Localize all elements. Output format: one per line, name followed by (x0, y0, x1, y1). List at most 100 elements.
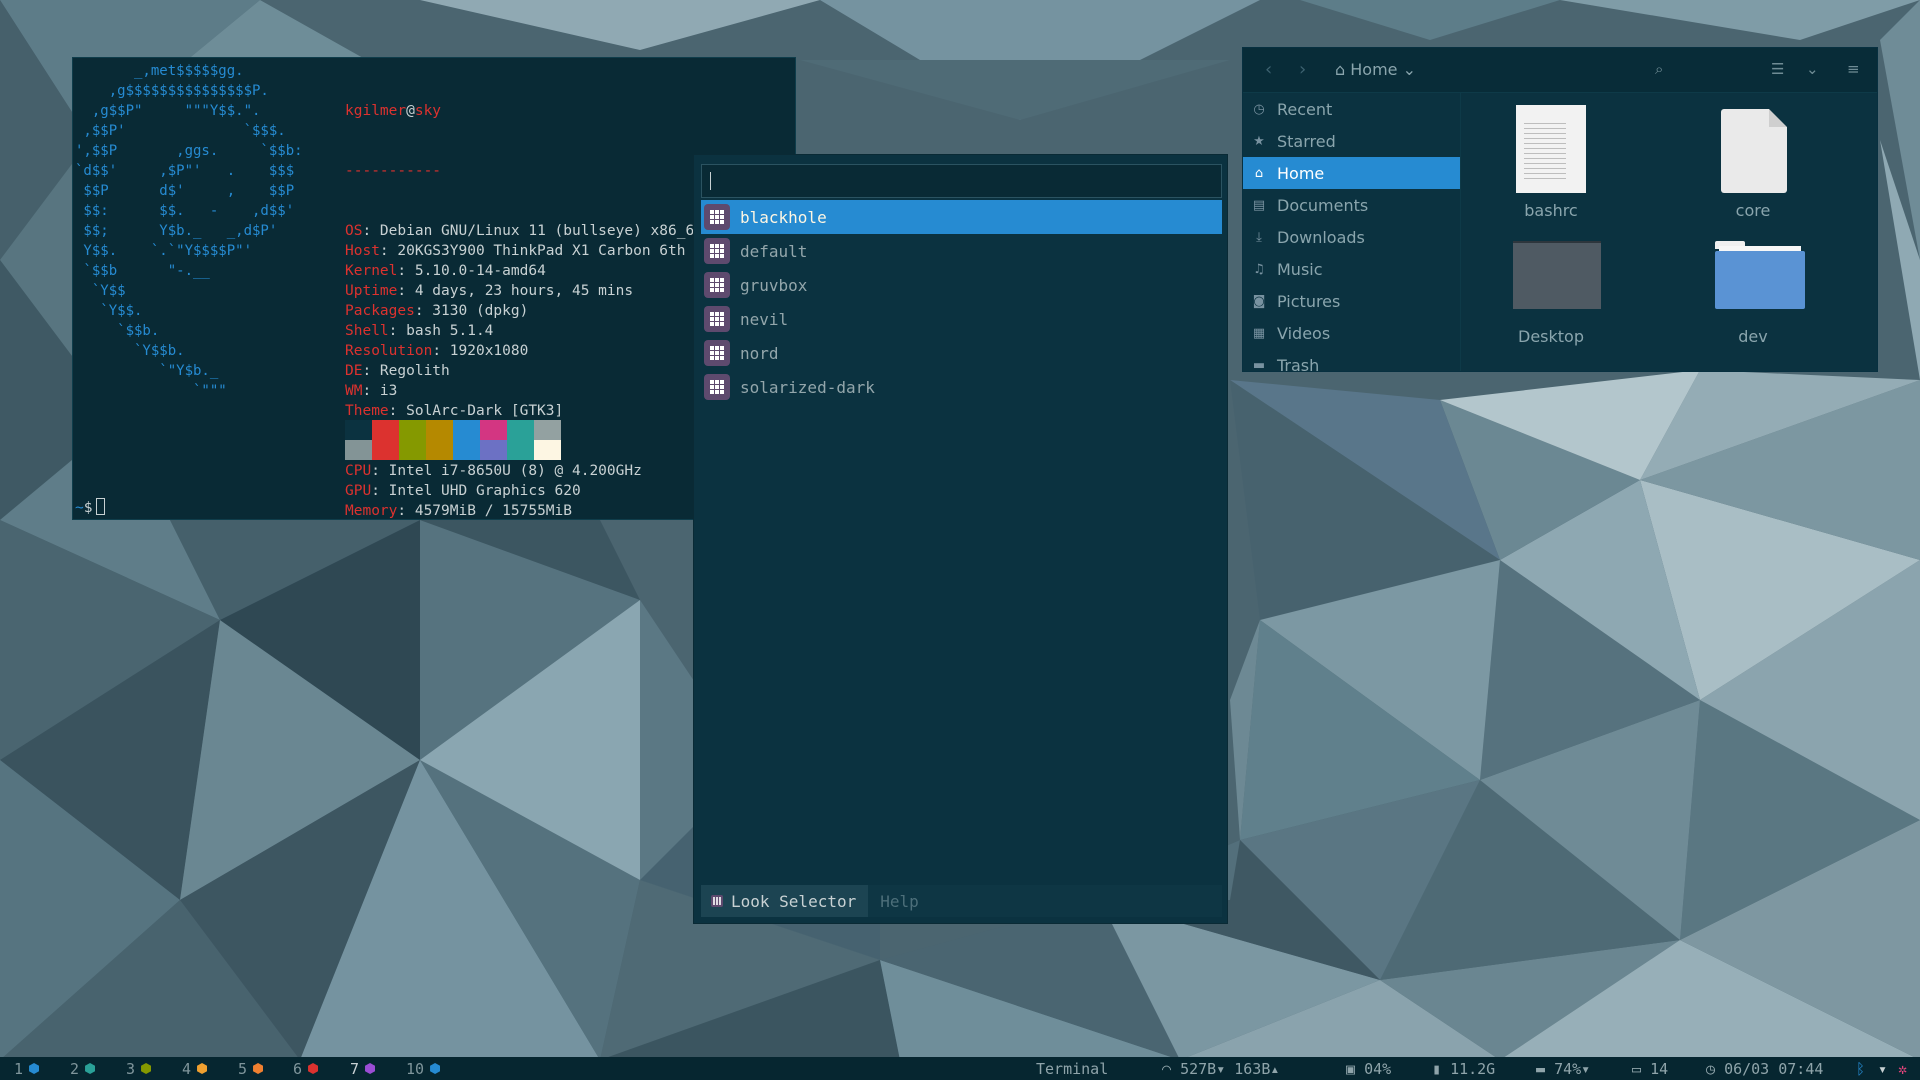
sidebar-item-starred[interactable]: ★ Starred (1243, 125, 1460, 157)
battery-indicator[interactable]: ▬ 74% ▾ (1536, 1057, 1590, 1080)
info-value: : 3130 (dpkg) (414, 303, 529, 319)
hexagon-icon (365, 1063, 376, 1074)
info-key: CPU (345, 463, 372, 479)
back-arrow-icon[interactable]: ‹ (1265, 59, 1272, 80)
info-key: WM (345, 383, 363, 399)
info-key: OS (345, 223, 363, 239)
look-item-gruvbox[interactable]: gruvbox (701, 268, 1222, 302)
home-icon: ⌂ (1335, 60, 1346, 79)
info-value: : Debian GNU/Linux 11 (bullseye) x86_64 (362, 223, 703, 239)
palette-swatch (426, 420, 453, 440)
workspace-1[interactable]: 1 (14, 1057, 40, 1080)
text-file-thumbnail (1516, 105, 1586, 193)
trash-icon: ▬ (1252, 357, 1266, 372)
folder-item-dev[interactable]: dev (1663, 241, 1843, 346)
hexagon-icon (308, 1063, 319, 1074)
sidebar-item-home[interactable]: ⌂ Home (1243, 157, 1460, 189)
look-item-default[interactable]: default (701, 234, 1222, 268)
sidebar-item-trash[interactable]: ▬ Trash (1243, 349, 1460, 372)
workspace-6[interactable]: 6 (293, 1057, 319, 1080)
terminal-window[interactable]: _,met$$$$$gg. ,g$$$$$$$$$$$$$$$P. ,g$$P"… (72, 57, 796, 520)
clock-icon: ◷ (1706, 1059, 1725, 1078)
workspace-10[interactable]: 10 (406, 1057, 441, 1080)
sidebar-item-label: Trash (1277, 355, 1320, 372)
home-icon: ⌂ (1254, 165, 1264, 181)
look-item-solarized-dark[interactable]: solarized-dark (701, 370, 1222, 404)
sidebar-item-music[interactable]: ♫ Music (1243, 253, 1460, 285)
ascii-line: `$$b "-.__ (75, 263, 210, 279)
bluetooth-icon[interactable]: ᛒ (1856, 1057, 1865, 1080)
file-icon (1721, 109, 1787, 193)
look-selector-launcher[interactable]: blackhole default gruvbox nevil nord solarize… (693, 154, 1228, 924)
look-item-blackhole[interactable]: blackhole (701, 200, 1222, 234)
tab-help[interactable]: Help (868, 892, 919, 911)
file-item-core[interactable]: core (1663, 105, 1843, 220)
list-view-icon[interactable]: ☰ (1771, 60, 1784, 78)
info-value: : Intel UHD Graphics 620 (371, 483, 581, 499)
look-item-nord[interactable]: nord (701, 336, 1222, 370)
workspace-5[interactable]: 5 (238, 1057, 264, 1080)
file-item-bashrc[interactable]: bashrc (1461, 105, 1641, 220)
sidebar-item-label: Music (1277, 259, 1323, 279)
ascii-line: Y$$. `.`"Y$$$$P"' (75, 243, 253, 259)
palette-swatch (534, 420, 561, 440)
places-sidebar: ◷ Recent ★ Starred ⌂ Home ▤ Documents ⤓ Downloads… (1243, 93, 1461, 372)
info-value: : 20KGS3Y900 ThinkPad X1 Carbon 6th (379, 243, 686, 259)
notifications-indicator[interactable]: ▭ 14 (1632, 1057, 1668, 1080)
palette-swatch (534, 440, 561, 460)
slack-tray-icon[interactable]: ✲ (1898, 1057, 1907, 1080)
sidebar-item-recent[interactable]: ◷ Recent (1243, 93, 1460, 125)
memory-icon: ▮ (1432, 1059, 1451, 1078)
memory-indicator[interactable]: ▮ 11.2G (1432, 1057, 1495, 1080)
grid-icon (704, 204, 730, 230)
info-row: GPU: Intel UHD Graphics 620 (345, 481, 703, 501)
wifi-tray-icon[interactable]: ▾ (1878, 1057, 1887, 1080)
tab-look-selector[interactable]: Look Selector (701, 885, 869, 917)
workspace-7[interactable]: 7 (350, 1057, 376, 1080)
palette-swatch (480, 420, 507, 440)
search-icon[interactable]: ⌕ (1655, 60, 1663, 78)
desktop-folder-thumbnail (1513, 241, 1601, 309)
sidebar-item-label: Starred (1277, 131, 1336, 151)
workspace-3[interactable]: 3 (126, 1057, 152, 1080)
sidebar-item-pictures[interactable]: ◙ Pictures (1243, 285, 1460, 317)
info-row: CPU: Intel i7-8650U (8) @ 4.200GHz (345, 461, 703, 481)
info-row: DE: Regolith (345, 361, 703, 381)
sidebar-item-documents[interactable]: ▤ Documents (1243, 189, 1460, 221)
info-row: WM: i3 (345, 381, 703, 401)
forward-arrow-icon[interactable]: › (1299, 59, 1306, 80)
workspace-number: 2 (70, 1059, 80, 1078)
launcher-search-input[interactable] (701, 164, 1222, 198)
input-caret (710, 172, 711, 190)
chevron-down-icon[interactable]: ⌄ (1806, 60, 1819, 78)
sidebar-item-downloads[interactable]: ⤓ Downloads (1243, 221, 1460, 253)
look-item-label: nevil (740, 309, 789, 329)
camera-icon: ◙ (1252, 293, 1266, 309)
grid-icon (704, 306, 730, 332)
info-value: : 4 days, 23 hours, 45 mins (397, 283, 634, 299)
workspace-2[interactable]: 2 (70, 1057, 96, 1080)
look-item-label: solarized-dark (740, 377, 875, 397)
menu-icon[interactable]: ≡ (1847, 60, 1860, 78)
username: kgilmer (345, 103, 407, 119)
network-indicator[interactable]: ◠ 527B ▾ 163B ▴ (1162, 1057, 1279, 1080)
info-row: Host: 20KGS3Y900 ThinkPad X1 Carbon 6th (345, 241, 703, 261)
hexagon-icon (29, 1063, 40, 1074)
info-key: Kernel (345, 263, 398, 279)
file-grid: bashrc core Desktop dev (1461, 93, 1877, 371)
hostname: sky (414, 103, 442, 119)
location-breadcrumb[interactable]: ⌂ Home ⌄ (1335, 60, 1416, 79)
launcher-footer: Look Selector Help (701, 885, 1222, 917)
workspace-4[interactable]: 4 (182, 1057, 208, 1080)
info-value: : i3 (362, 383, 398, 399)
sidebar-item-videos[interactable]: ▦ Videos (1243, 317, 1460, 349)
look-item-label: nord (740, 343, 779, 363)
cpu-indicator[interactable]: ▣ 04% (1346, 1057, 1391, 1080)
file-manager-window[interactable]: ‹ › ⌂ Home ⌄ ⌕ ☰ ⌄ ≡ ◷ Recent ★ Starred ⌂ Hom… (1242, 47, 1878, 372)
shell-prompt[interactable]: ~$ (75, 498, 106, 518)
sidebar-item-label: Videos (1277, 323, 1331, 343)
clock[interactable]: ◷ 06/03 07:44 (1706, 1057, 1823, 1080)
folder-item-desktop[interactable]: Desktop (1461, 241, 1641, 346)
look-item-nevil[interactable]: nevil (701, 302, 1222, 336)
workspace-number: 7 (350, 1059, 360, 1078)
